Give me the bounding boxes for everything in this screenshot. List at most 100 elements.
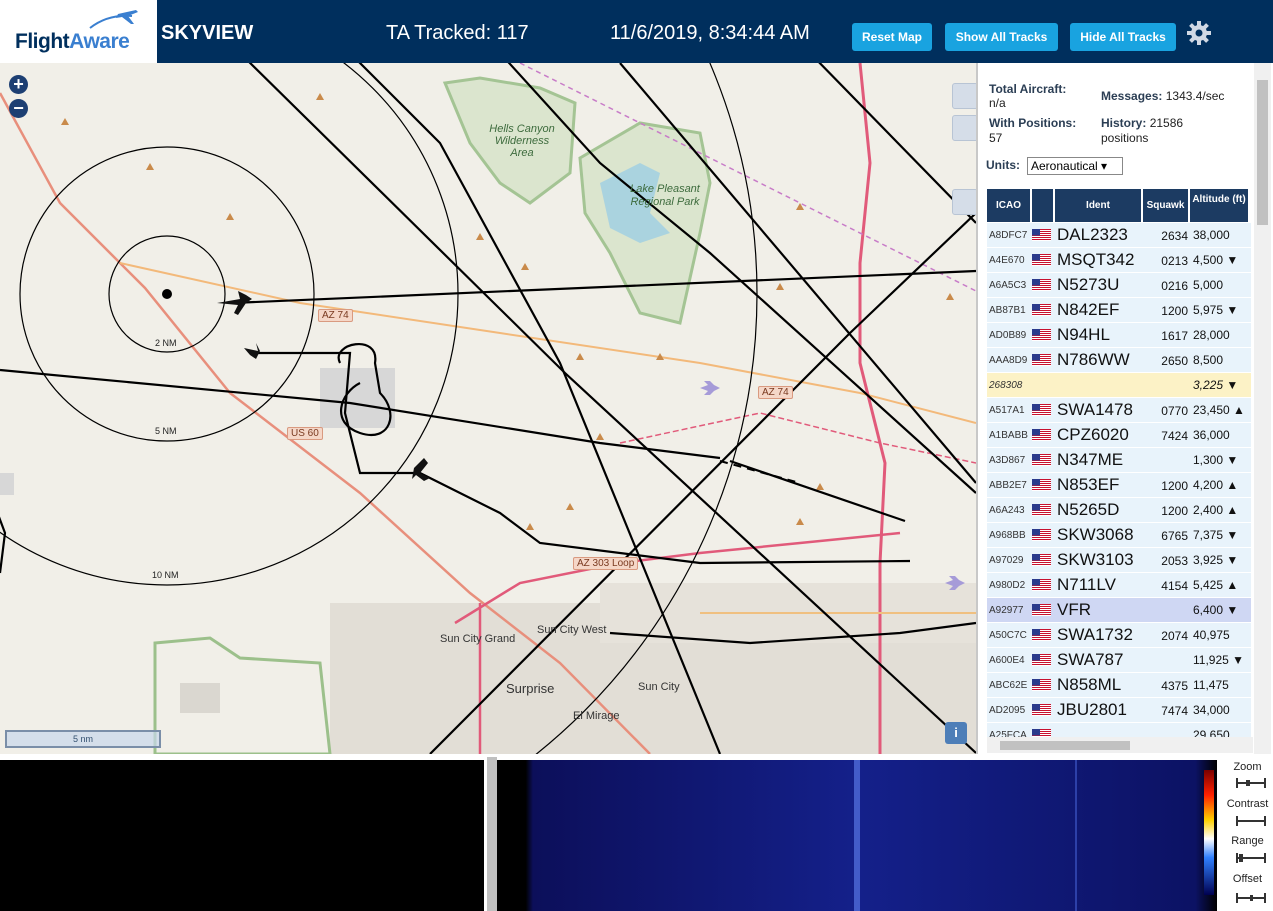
table-row[interactable]: A600E4 SWA787 11,925 ▼ — [987, 648, 1251, 673]
table-row[interactable]: A6A5C3 N5273U 0216 5,000 — [987, 273, 1251, 298]
altitude-cell: 4,200 ▲ — [1193, 478, 1239, 492]
ident-cell: N347ME — [1057, 450, 1124, 469]
contrast-slider[interactable] — [1236, 816, 1266, 826]
table-row[interactable]: A968BB SKW3068 6765 7,375 ▼ — [987, 523, 1251, 548]
gear-icon[interactable] — [1186, 20, 1212, 46]
with-positions-label: With Positions: — [989, 116, 1077, 130]
offset-slider[interactable] — [1236, 893, 1266, 903]
table-row[interactable]: A980D2 N711LV 4154 5,425 ▲ — [987, 573, 1251, 598]
table-row[interactable]: 268308 3,225 ▼ — [987, 373, 1251, 398]
grid-layer-icon[interactable] — [952, 115, 976, 141]
table-row[interactable]: A3D867 N347ME 1,300 ▼ — [987, 448, 1251, 473]
altitude-cell: 4,500 ▼ — [1193, 253, 1239, 267]
us-flag-icon — [1032, 479, 1051, 491]
hide-all-tracks-button[interactable]: Hide All Tracks — [1070, 23, 1176, 51]
squawk-cell: 0213 — [1161, 254, 1188, 268]
table-row[interactable]: ABB2E7 N853EF 1200 4,200 ▲ — [987, 473, 1251, 498]
us-flag-icon — [1032, 254, 1051, 266]
ident-cell: DAL2323 — [1057, 225, 1128, 244]
us-flag-icon — [1032, 679, 1051, 691]
altitude-cell: 1,300 ▼ — [1193, 453, 1239, 467]
table-row[interactable]: AD2095 JBU2801 7474 34,000 — [987, 698, 1251, 723]
show-all-tracks-button[interactable]: Show All Tracks — [945, 23, 1058, 51]
ident-cell: N853EF — [1057, 475, 1120, 494]
altitude-cell: 3,925 ▼ — [1193, 553, 1239, 567]
altitude-cell: 34,000 — [1193, 703, 1230, 717]
squawk-cell: 0770 — [1161, 404, 1188, 418]
range-slider[interactable] — [1236, 853, 1266, 863]
zoom-slider[interactable] — [1236, 778, 1266, 788]
zoom-in-button[interactable]: + — [9, 75, 28, 94]
zoom-label: Zoom — [1233, 761, 1262, 773]
icao-cell: A517A1 — [989, 405, 1025, 416]
hells-canyon-label: Hells Canyon Wilderness Area — [489, 123, 555, 159]
us-flag-icon — [1032, 704, 1051, 716]
table-row[interactable]: A517A1 SWA1478 0770 23,450 ▲ — [987, 398, 1251, 423]
table-row[interactable]: AB87B1 N842EF 1200 5,975 ▼ — [987, 298, 1251, 323]
table-scroll-thumb[interactable] — [1000, 741, 1130, 750]
icao-cell: AD0B89 — [989, 330, 1027, 341]
reset-map-button[interactable]: Reset Map — [852, 23, 932, 51]
range-ring-label: 10 NM — [152, 570, 179, 580]
table-row[interactable]: A92977 VFR 6,400 ▼ — [987, 598, 1251, 623]
map-view[interactable]: + − Hells Canyon Wilderness Area Lake Pl… — [0, 63, 976, 754]
col-icao[interactable]: ICAO — [987, 189, 1030, 222]
aircraft-marker[interactable] — [244, 343, 260, 359]
ident-cell: SWA1732 — [1057, 625, 1133, 644]
icao-cell: A6A5C3 — [989, 280, 1027, 291]
panel-divider[interactable] — [487, 757, 497, 911]
table-row[interactable]: A50C7C SWA1732 2074 40,975 — [987, 623, 1251, 648]
table-row[interactable]: A97029 SKW3103 2053 3,925 ▼ — [987, 548, 1251, 573]
icao-cell: A1BABB — [989, 430, 1028, 441]
aircraft-marker[interactable] — [412, 458, 430, 481]
us-flag-icon — [1032, 579, 1051, 591]
contrast-label: Contrast — [1226, 798, 1269, 810]
with-positions-value: 57 — [989, 131, 1003, 145]
zoom-out-button[interactable]: − — [9, 99, 28, 118]
table-row[interactable]: ABC62E N858ML 4375 11,475 — [987, 673, 1251, 698]
table-row[interactable]: A1BABB CPZ6020 7424 36,000 — [987, 423, 1251, 448]
lake-pleasant-label: Lake Pleasant Regional Park — [630, 183, 700, 208]
icao-cell: A50C7C — [989, 630, 1027, 641]
squawk-cell: 1200 — [1161, 504, 1188, 518]
info-button[interactable]: i — [945, 722, 967, 744]
flightaware-logo[interactable]: FlightAware — [0, 0, 157, 63]
range-label: Range — [1231, 835, 1264, 847]
col-ident[interactable]: Ident — [1055, 189, 1141, 222]
icao-cell: 268308 — [989, 380, 1023, 391]
table-row[interactable]: AAA8D9 N786WW 2650 8,500 — [987, 348, 1251, 373]
table-row[interactable]: A8DFC7 DAL2323 2634 38,000 — [987, 223, 1251, 248]
altitude-cell: 5,000 — [1193, 278, 1224, 292]
altitude-cell: 40,975 — [1193, 628, 1230, 642]
altitude-cell: 11,475 — [1193, 678, 1229, 692]
ident-cell: N5265D — [1057, 500, 1120, 519]
sidebar-toggle-icon[interactable] — [952, 189, 976, 215]
ident-cell: SKW3068 — [1057, 525, 1134, 544]
table-row[interactable]: A4E670 MSQT342 0213 4,500 ▼ — [987, 248, 1251, 273]
ident-cell: SWA787 — [1057, 650, 1124, 669]
ident-cell: MSQT342 — [1057, 250, 1135, 269]
icao-cell: A8DFC7 — [989, 230, 1028, 241]
ident-cell: SKW3103 — [1057, 550, 1134, 569]
squawk-cell: 1617 — [1161, 329, 1188, 343]
col-altitude[interactable]: Altitude (ft) — [1190, 189, 1248, 222]
route-shield: US 60 — [287, 427, 323, 440]
altitude-cell: 38,000 — [1193, 228, 1230, 242]
ident-cell: N5273U — [1057, 275, 1120, 294]
sidebar-scroll-thumb[interactable] — [1257, 80, 1268, 225]
app-title: SKYVIEW — [161, 22, 254, 44]
altitude-cell: 11,925 ▼ — [1193, 653, 1245, 667]
col-squawk[interactable]: Squawk — [1143, 189, 1188, 222]
map-canvas[interactable] — [0, 63, 976, 754]
us-flag-icon — [1032, 279, 1051, 291]
map-layer-icon[interactable] — [952, 83, 976, 109]
history-unit: positions — [1101, 131, 1149, 145]
squawk-cell: 0216 — [1161, 279, 1188, 293]
us-flag-icon — [1032, 329, 1051, 341]
squawk-cell: 2634 — [1161, 229, 1188, 243]
units-select[interactable]: Aeronautical ▾ — [1027, 157, 1123, 175]
icao-cell: AD2095 — [989, 705, 1026, 716]
altitude-cell: 5,425 ▲ — [1193, 578, 1239, 592]
table-row[interactable]: A6A243 N5265D 1200 2,400 ▲ — [987, 498, 1251, 523]
table-row[interactable]: AD0B89 N94HL 1617 28,000 — [987, 323, 1251, 348]
